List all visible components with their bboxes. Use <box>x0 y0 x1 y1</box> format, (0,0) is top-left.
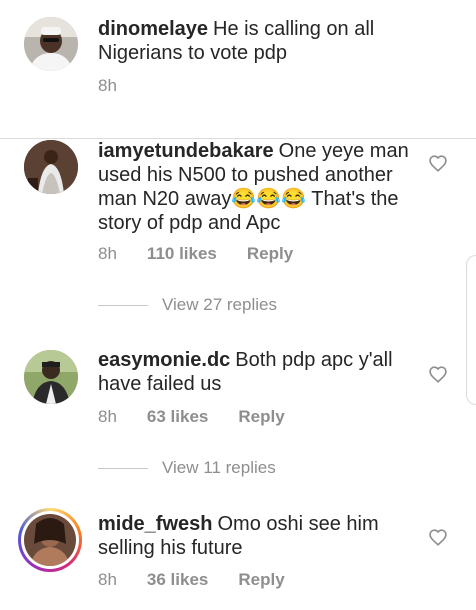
likes-count[interactable]: 36 likes <box>147 570 208 590</box>
replies-line <box>98 304 148 306</box>
avatar[interactable] <box>24 350 78 404</box>
heart-icon[interactable] <box>428 528 448 546</box>
avatar[interactable] <box>24 17 78 71</box>
timestamp: 8h <box>98 76 117 95</box>
comment-text: easymonie.dc Both pdp apc y'all have fail… <box>98 348 428 396</box>
view-replies-button[interactable]: View 27 replies <box>98 295 277 315</box>
avatar[interactable] <box>24 514 76 566</box>
reply-button[interactable]: Reply <box>247 244 293 264</box>
timestamp: 8h <box>98 244 117 263</box>
timestamp: 8h <box>98 570 117 589</box>
likes-count[interactable]: 63 likes <box>147 407 208 427</box>
side-panel-edge <box>466 255 476 405</box>
username[interactable]: mide_fwesh <box>98 513 212 535</box>
view-replies-label: View 11 replies <box>162 458 276 477</box>
username[interactable]: iamyetundebakare <box>98 140 274 162</box>
reply-button[interactable]: Reply <box>238 407 284 427</box>
comment-meta: 8h 36 likes Reply <box>98 570 285 590</box>
username[interactable]: dinomelaye <box>98 18 208 40</box>
heart-icon[interactable] <box>428 365 448 383</box>
comment-text: dinomelaye He is calling on all Nigerians… <box>98 17 428 65</box>
avatar[interactable] <box>24 140 78 194</box>
comment-text: iamyetundebakare One yeye man used his N5… <box>98 139 428 235</box>
avatar-ring-gap <box>21 511 79 569</box>
comment-meta: 8h 63 likes Reply <box>98 407 285 427</box>
view-replies-label: View 27 replies <box>162 295 277 314</box>
timestamp: 8h <box>98 407 117 426</box>
replies-line <box>98 467 148 469</box>
comment-meta: 8h <box>98 76 117 96</box>
heart-icon[interactable] <box>428 154 448 172</box>
comment-meta: 8h 110 likes Reply <box>98 244 293 264</box>
likes-count[interactable]: 110 likes <box>147 244 217 264</box>
reply-button[interactable]: Reply <box>238 570 284 590</box>
username[interactable]: easymonie.dc <box>98 349 230 371</box>
view-replies-button[interactable]: View 11 replies <box>98 458 276 478</box>
comment-text: mide_fwesh Omo oshi see him selling his f… <box>98 512 428 560</box>
avatar-story-ring[interactable] <box>18 508 82 572</box>
